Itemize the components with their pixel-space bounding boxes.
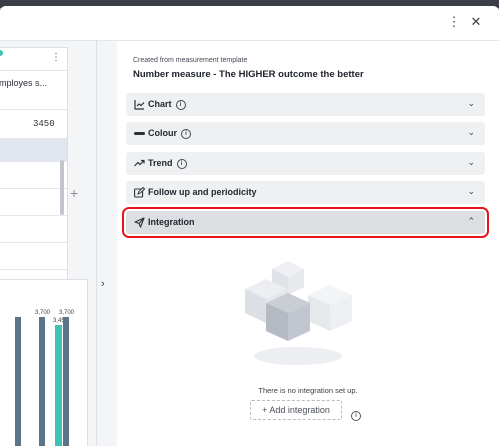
chevron-up-icon: ⌃ (467, 216, 475, 226)
section-integration-label: Integration (148, 217, 195, 227)
chart-bar (63, 317, 69, 446)
section-colour-label: Colour i (148, 128, 191, 139)
empty-state-illustration (242, 259, 357, 374)
chevron-down-icon: ⌄ (467, 127, 475, 137)
more-vertical-icon[interactable]: ⋮ (446, 14, 462, 30)
empty-state-text: There is no integration set up. (258, 386, 358, 395)
measure-preview: ⋮ mployes s... 3450 + 0 3,700 3,700 3,45 (0, 41, 96, 446)
scrollbar[interactable] (60, 160, 64, 215)
close-icon[interactable]: ✕ (468, 14, 484, 30)
section-chart-label: Chart i (148, 99, 186, 110)
info-icon[interactable]: i (181, 129, 191, 139)
settings-panel: Created from measurement template Number… (117, 41, 499, 446)
table-header-row: mployes s... (0, 71, 67, 110)
section-trend-label: Trend i (148, 158, 187, 169)
colour-icon (134, 128, 145, 139)
chevron-down-icon: ⌄ (467, 157, 475, 167)
trend-icon (134, 158, 145, 169)
table-row: 3450 (0, 110, 67, 139)
section-trend[interactable]: Trend i ⌄ (126, 152, 485, 175)
info-icon[interactable]: i (176, 159, 187, 169)
template-caption: Created from measurement template (133, 57, 248, 64)
chart-bar (15, 317, 21, 446)
section-integration[interactable]: Integration ⌃ (122, 207, 489, 238)
add-column-icon[interactable]: + (70, 185, 78, 201)
chevron-down-icon: ⌄ (467, 98, 475, 108)
cell-value: 3450 (33, 119, 55, 129)
section-follow-up[interactable]: Follow up and periodicity ⌄ (126, 181, 485, 204)
chevron-down-icon: ⌄ (467, 186, 475, 196)
info-icon[interactable]: i (351, 411, 361, 421)
panel-divider (96, 41, 118, 446)
chart-icon (134, 99, 145, 110)
table-row (0, 243, 67, 270)
section-colour[interactable]: Colour i ⌄ (126, 122, 485, 145)
send-icon (134, 217, 145, 228)
status-dot (0, 50, 3, 56)
chevron-right-icon[interactable]: › (101, 278, 105, 290)
chart-bar (39, 317, 45, 446)
preview-table: ⋮ mployes s... 3450 (0, 47, 68, 286)
section-follow-up-label: Follow up and periodicity (148, 187, 257, 197)
table-row (0, 189, 67, 216)
preview-chart: 0 3,700 3,700 3,45 (0, 279, 88, 446)
measure-title: Number measure - The HIGHER outcome the … (133, 69, 364, 80)
data-label: 3,700 (35, 310, 51, 316)
data-label: 3,700 (59, 310, 75, 316)
column-menu-icon[interactable]: ⋮ (51, 52, 61, 63)
measure-settings-modal: ⋮ ✕ ⋮ mployes s... 3450 + 0 3,700 (0, 6, 499, 446)
table-row (0, 162, 67, 189)
section-chart[interactable]: Chart i ⌄ (126, 93, 485, 116)
table-header-top: ⋮ (0, 48, 67, 71)
table-row-selected (0, 139, 67, 162)
edit-icon (134, 186, 146, 198)
table-row (0, 216, 67, 243)
column-header: mployes s... (0, 78, 48, 88)
modal-header: ⋮ ✕ (0, 6, 499, 41)
info-icon[interactable]: i (175, 100, 186, 110)
chart-bar-highlight (55, 325, 62, 446)
add-integration-button[interactable]: + Add integration (250, 400, 342, 420)
